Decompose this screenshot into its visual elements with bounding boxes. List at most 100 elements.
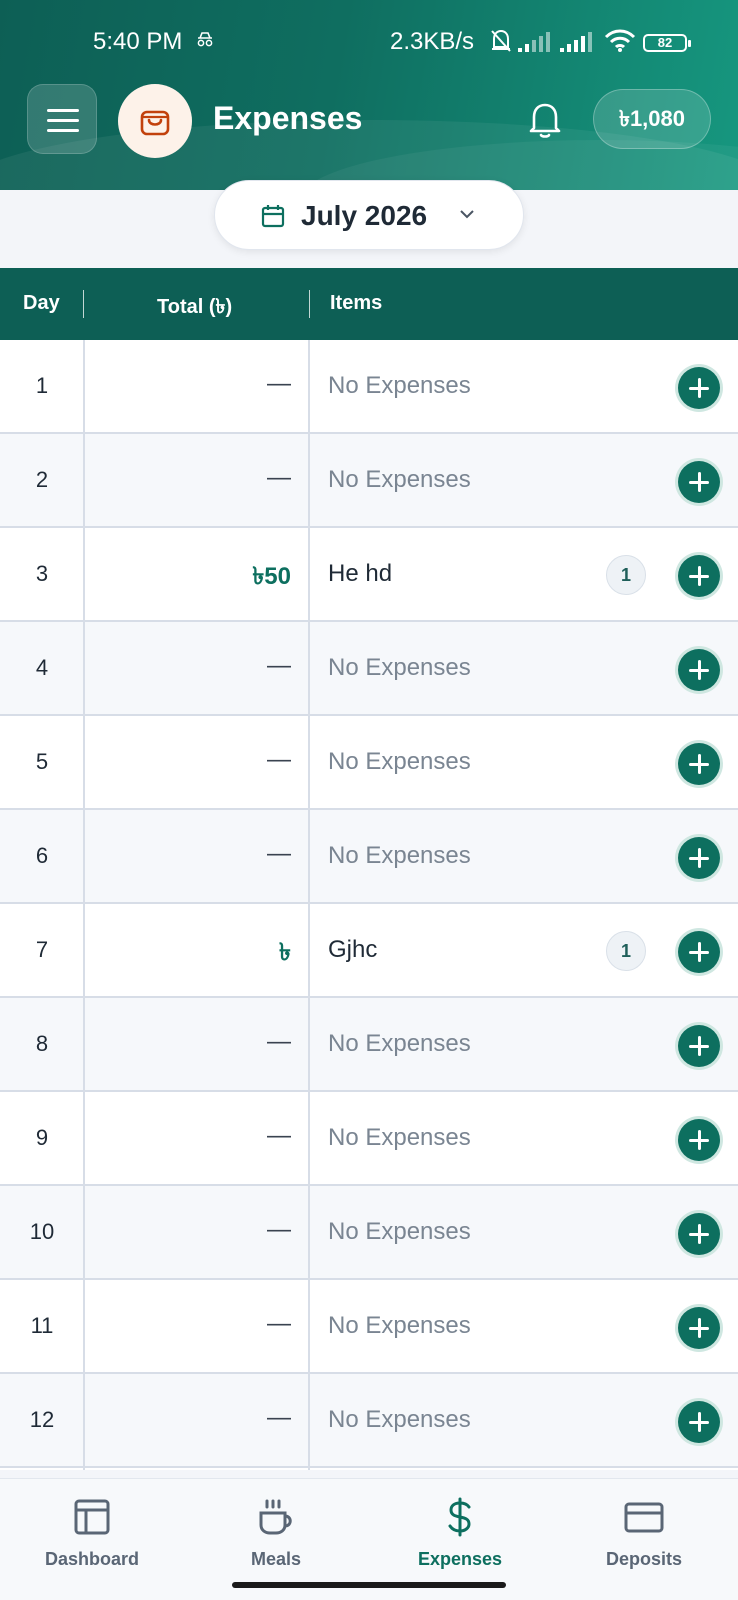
nav-label: Deposits [605,1549,683,1569]
table-row[interactable]: 3 ৳50 He hd 1 [0,528,738,622]
add-expense-button[interactable] [678,1213,720,1255]
calendar-icon [261,205,285,228]
item-cell[interactable]: He hd [328,560,392,588]
total-cell: — [267,1122,291,1149]
table-row[interactable]: 12 — No Expenses [0,1374,738,1468]
column-header-total: Total (৳) [157,296,233,318]
column-header-day: Day [23,292,60,314]
month-selector[interactable]: July 2026 [214,180,524,250]
incognito-icon [197,32,213,47]
signal-icon [518,32,550,52]
add-expense-button[interactable] [678,555,720,597]
item-cell: No Expenses [328,372,471,399]
battery-icon: 82 [643,34,691,52]
balance-badge[interactable]: ৳1,080 [593,89,711,149]
table-row[interactable]: 2 — No Expenses [0,434,738,528]
item-cell: No Expenses [328,1124,471,1151]
day-cell: 5 [35,749,49,774]
nav-expenses[interactable]: Expenses [368,1479,552,1589]
add-expense-button[interactable] [678,1025,720,1067]
dollar-icon [448,1497,471,1537]
total-cell: — [267,1028,291,1055]
page-title: Expenses [213,100,363,136]
table-row[interactable]: 9 — No Expenses [0,1092,738,1186]
nav-dashboard[interactable]: Dashboard [0,1479,184,1589]
day-cell: 9 [35,1125,49,1150]
day-cell: 2 [35,467,49,492]
item-cell: No Expenses [328,1218,471,1245]
table-row[interactable]: 10 — No Expenses [0,1186,738,1280]
column-header-items: Items [330,292,383,314]
total-cell: — [267,1216,291,1243]
network-rate: 2.3KB/s [390,28,475,55]
item-cell: No Expenses [328,842,471,869]
table-row[interactable]: 8 — No Expenses [0,998,738,1092]
app-header: 5:40 PM 2.3KB/s 82 Expenses ৳1,080 [0,0,738,190]
total-cell: — [267,840,291,867]
day-cell: 7 [35,937,49,962]
expense-table: 1 — No Expenses 2 — No Expenses 3 ৳50 He hd 1 4 — No… [0,340,738,1470]
day-cell: 11 [30,1313,54,1338]
item-count-badge[interactable]: 1 [606,555,646,595]
add-expense-button[interactable] [678,837,720,879]
item-cell: No Expenses [328,466,471,493]
home-indicator[interactable] [232,1582,506,1588]
day-cell: 12 [29,1407,55,1432]
add-expense-button[interactable] [678,743,720,785]
status-time: 5:40 PM [93,28,183,55]
nav-deposits[interactable]: Deposits [552,1479,736,1589]
add-expense-button[interactable] [678,1401,720,1443]
total-cell: — [267,652,291,679]
total-cell: — [267,746,291,773]
month-label: July 2026 [301,200,428,231]
total-cell: — [267,370,291,397]
table-row[interactable]: 13— [0,1468,738,1470]
table-row[interactable]: 11 — No Expenses [0,1280,738,1374]
signal-icon [560,32,592,52]
card-icon [624,1502,664,1533]
cup-icon [259,1499,292,1535]
item-cell: No Expenses [328,748,471,775]
item-cell: No Expenses [328,1312,471,1339]
column-divider [308,340,310,1470]
menu-button[interactable] [27,84,97,154]
day-cell: 8 [35,1031,49,1056]
add-expense-button[interactable] [678,649,720,691]
total-cell: — [267,464,291,491]
item-cell: No Expenses [328,1030,471,1057]
total-cell: ৳50 [252,563,291,590]
table-row[interactable]: 7 ৳ Gjhc 1 [0,904,738,998]
item-count-badge[interactable]: 1 [606,931,646,971]
item-cell: No Expenses [328,654,471,681]
table-header: Day Total (৳) Items [0,268,738,340]
total-cell: — [267,1404,291,1431]
add-expense-button[interactable] [678,461,720,503]
nav-label: Expenses [417,1549,503,1569]
table-row[interactable]: 5 — No Expenses [0,716,738,810]
item-cell[interactable]: Gjhc [328,936,377,964]
add-expense-button[interactable] [678,367,720,409]
day-cell: 10 [29,1219,55,1244]
day-cell: 6 [35,843,49,868]
add-expense-button[interactable] [678,1307,720,1349]
chevron-down-icon [460,210,474,219]
nav-label: Meals [250,1549,302,1569]
day-cell: 1 [35,373,49,398]
column-divider [83,340,85,1470]
bell-icon[interactable] [526,100,564,140]
item-cell: No Expenses [328,1406,471,1433]
table-row[interactable]: 4 — No Expenses [0,622,738,716]
silent-bell-icon [491,29,511,52]
total-cell: ৳ [279,939,291,966]
add-expense-button[interactable] [678,1119,720,1161]
table-row[interactable]: 1 — No Expenses [0,340,738,434]
table-row[interactable]: 6 — No Expenses [0,810,738,904]
add-expense-button[interactable] [678,931,720,973]
shopping-bag-icon [118,84,192,158]
nav-label: Dashboard [44,1549,140,1569]
dashboard-icon [74,1499,110,1535]
day-cell: 4 [35,655,49,680]
wifi-icon [604,29,636,52]
nav-meals[interactable]: Meals [184,1479,368,1589]
status-bar: 5:40 PM 2.3KB/s 82 [0,0,738,66]
